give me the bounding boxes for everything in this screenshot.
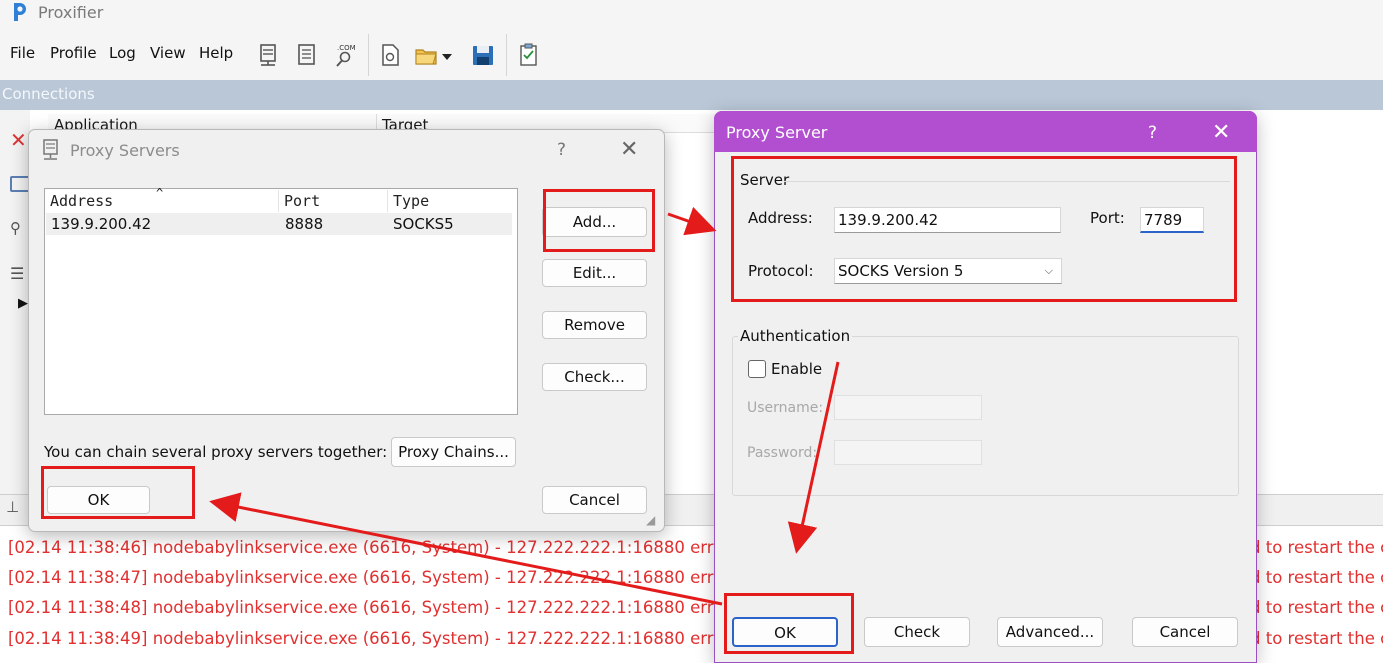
splitter-grip-icon: ⊥ xyxy=(6,498,20,516)
cancel-button[interactable]: Cancel xyxy=(542,486,647,514)
column-header-address[interactable]: Address ^ xyxy=(46,186,279,212)
username-label: Username: xyxy=(747,400,824,416)
expand-arrow-icon[interactable]: ▶ xyxy=(18,296,28,311)
menu-help[interactable]: Help xyxy=(199,44,233,62)
column-header-type[interactable]: Type xyxy=(388,190,512,212)
main-titlebar xyxy=(0,0,1383,26)
log-line: [02.14 11:38:47] nodebabylinkservice.exe… xyxy=(8,568,736,587)
menu-log[interactable]: Log xyxy=(109,44,136,62)
proxy-servers-title: Proxy Servers xyxy=(70,141,180,160)
check-button[interactable]: Check xyxy=(864,617,970,647)
username-input[interactable] xyxy=(834,395,982,420)
enable-checkbox[interactable] xyxy=(748,360,766,378)
open-profile-icon[interactable] xyxy=(414,42,438,68)
chain-description: You can chain several proxy servers toge… xyxy=(44,443,388,461)
row-address: 139.9.200.42 xyxy=(51,215,152,233)
log-line-tail: d to restart the c xyxy=(1250,568,1383,587)
toolbar-separator xyxy=(506,34,507,76)
authentication-group-label: Authentication xyxy=(738,327,853,345)
dropdown-arrow-icon[interactable] xyxy=(440,42,454,68)
toolbar-separator xyxy=(368,34,369,76)
proxy-server-title: Proxy Server xyxy=(726,123,828,142)
cancel-button[interactable]: Cancel xyxy=(1132,617,1238,647)
log-line: [02.14 11:38:49] nodebabylinkservice.exe… xyxy=(8,629,736,648)
log-line-tail: d to restart the c xyxy=(1250,538,1383,557)
row-type: SOCKS5 xyxy=(393,215,454,233)
name-resolution-icon[interactable]: .COM xyxy=(333,42,357,68)
new-profile-icon[interactable] xyxy=(378,42,402,68)
menu-profile[interactable]: Profile xyxy=(50,44,97,62)
annotation-box-ok xyxy=(41,466,195,519)
menu-view[interactable]: View xyxy=(150,44,186,62)
column-header-port[interactable]: Port xyxy=(279,190,388,212)
log-line: [02.14 11:38:48] nodebabylinkservice.exe… xyxy=(8,598,736,617)
enable-label: Enable xyxy=(771,360,823,378)
svg-text:.COM: .COM xyxy=(337,44,356,52)
password-label: Password: xyxy=(747,445,818,461)
side-toolbar xyxy=(0,110,30,520)
connections-label: Connections xyxy=(2,85,95,103)
column-type-label: Type xyxy=(393,192,430,210)
proxy-servers-icon xyxy=(43,139,58,160)
proxy-servers-icon[interactable] xyxy=(256,42,280,68)
menu-file[interactable]: File xyxy=(10,44,35,62)
help-button[interactable]: ? xyxy=(1148,123,1157,143)
connections-bar xyxy=(0,80,1383,110)
close-connection-icon[interactable]: ✕ xyxy=(10,128,27,152)
list-icon[interactable]: ☰ xyxy=(10,264,24,283)
window-icon[interactable] xyxy=(10,176,30,192)
close-button[interactable]: ✕ xyxy=(1212,120,1230,145)
edit-button[interactable]: Edit... xyxy=(542,259,647,287)
remove-button[interactable]: Remove xyxy=(542,311,647,339)
help-button[interactable]: ? xyxy=(557,140,566,160)
save-profile-icon[interactable] xyxy=(471,42,495,68)
column-address-label: Address xyxy=(50,192,114,210)
advanced-button[interactable]: Advanced... xyxy=(997,617,1103,647)
sort-ascending-icon: ^ xyxy=(156,186,164,200)
column-port-label: Port xyxy=(284,192,321,210)
close-button[interactable]: ✕ xyxy=(620,137,638,162)
proxifier-logo-icon xyxy=(14,3,26,21)
log-line-tail: d to restart the c xyxy=(1250,598,1383,617)
rules-icon[interactable] xyxy=(295,42,319,68)
advanced-icon[interactable] xyxy=(517,42,541,68)
annotation-box-add xyxy=(543,189,655,252)
annotation-box-ok-proxy xyxy=(724,593,854,654)
row-port: 8888 xyxy=(285,215,324,233)
annotation-box-server xyxy=(731,156,1237,302)
app-title: Proxifier xyxy=(38,3,104,22)
log-line: [02.14 11:38:46] nodebabylinkservice.exe… xyxy=(8,538,736,557)
proxy-chains-button[interactable]: Proxy Chains... xyxy=(391,437,516,467)
check-button[interactable]: Check... xyxy=(542,363,647,391)
password-input[interactable] xyxy=(834,440,982,465)
resize-grip-icon[interactable]: ◢ xyxy=(646,513,655,527)
log-line-tail: d to restart the c xyxy=(1250,629,1383,648)
zoom-icon[interactable]: ⚲ xyxy=(10,219,21,237)
